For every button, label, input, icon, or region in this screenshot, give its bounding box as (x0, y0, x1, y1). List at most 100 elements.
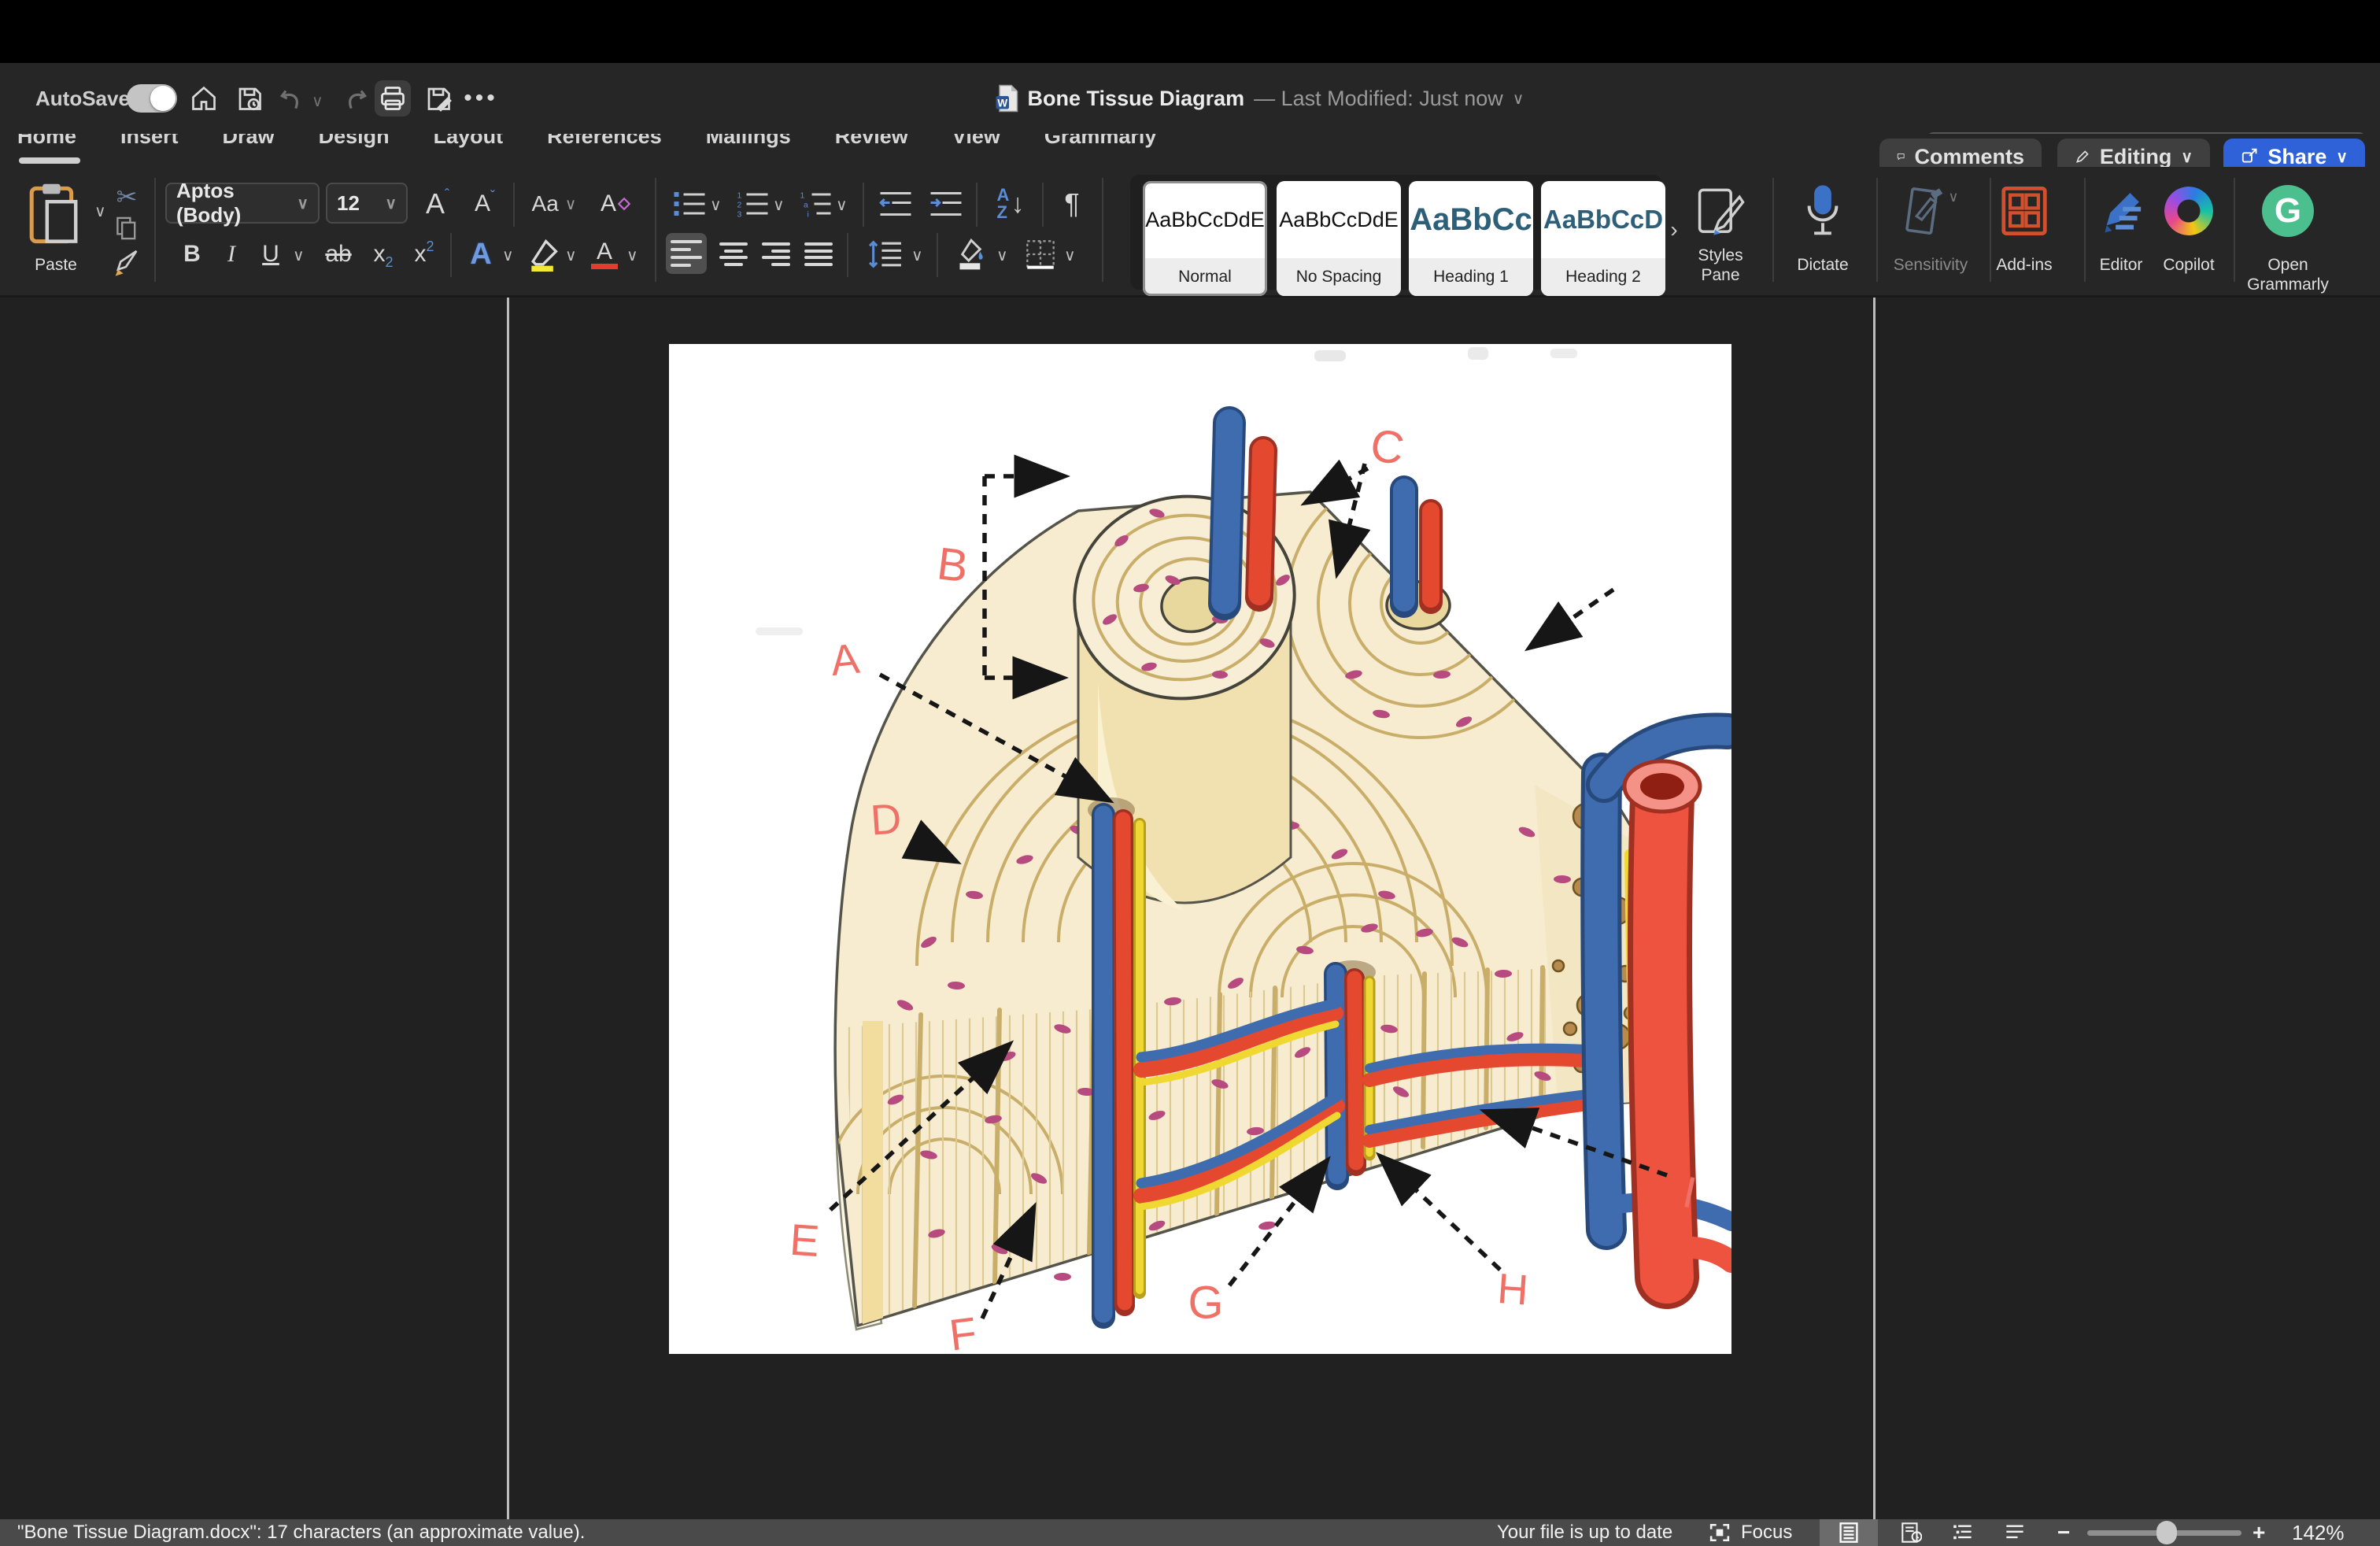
cut-icon[interactable]: ✂ (109, 181, 145, 213)
format-painter-icon[interactable] (105, 246, 146, 280)
style-heading1[interactable]: AaBbCcHeading 1 (1409, 181, 1533, 296)
editing-mode-button[interactable]: Editing∨ (2057, 139, 2210, 167)
tab-home[interactable]: Home (17, 134, 76, 149)
ribbon: ∨ Paste ✂ Aptos (Body)∨ 12∨ Aˆ Aˇ Aa∨ A … (0, 167, 2380, 298)
clear-formatting-icon[interactable]: A (592, 184, 639, 224)
embedded-osteon (1387, 490, 1450, 629)
style-no-spacing[interactable]: AaBbCcDdENo Spacing (1277, 181, 1401, 296)
outline-view-button[interactable] (1938, 1519, 1988, 1546)
comments-button[interactable]: Comments (1879, 139, 2042, 167)
grammarly-button[interactable]: G (2252, 178, 2323, 244)
font-size-select[interactable]: 12∨ (326, 183, 408, 224)
font-color-button[interactable]: A (584, 235, 625, 274)
share-button[interactable]: Share∨ (2223, 139, 2365, 167)
line-spacing-chevron-icon[interactable]: ∨ (911, 246, 923, 265)
dictate-label: Dictate (1777, 255, 1868, 275)
statusbar: "Bone Tissue Diagram.docx": 17 character… (0, 1519, 2380, 1546)
copy-icon[interactable] (109, 213, 145, 244)
tab-mailings[interactable]: Mailings (706, 134, 791, 149)
more-commands-icon[interactable]: ••• (463, 80, 499, 117)
tab-review[interactable]: Review (835, 134, 908, 149)
editor-button[interactable] (2087, 179, 2155, 242)
align-right-button[interactable] (760, 241, 792, 268)
paste-button[interactable] (22, 179, 90, 250)
highlight-chevron-icon[interactable]: ∨ (565, 246, 577, 265)
undo-icon[interactable] (274, 80, 310, 117)
bullets-button[interactable] (667, 184, 711, 224)
underline-button[interactable]: U (253, 235, 288, 274)
style-normal[interactable]: AaBbCcDdENormal (1143, 181, 1267, 296)
document-canvas[interactable]: ABCDEFGHI (0, 298, 2380, 1519)
grammarly-label: Open Grammarly (2229, 255, 2347, 294)
italic-button[interactable]: I (214, 235, 249, 274)
multilevel-list-button[interactable]: 1ai (793, 184, 837, 224)
copilot-button[interactable] (2155, 179, 2223, 242)
shading-chevron-icon[interactable]: ∨ (996, 246, 1008, 265)
align-center-button[interactable] (718, 241, 749, 268)
zoom-in-button[interactable]: + (2252, 1519, 2265, 1546)
justify-button[interactable] (803, 241, 834, 268)
sort-button[interactable]: AZ↓ (985, 183, 1036, 225)
highlight-button[interactable] (521, 235, 565, 274)
tab-draw[interactable]: Draw (223, 134, 275, 149)
align-left-button[interactable] (666, 233, 707, 274)
style-heading2[interactable]: AaBbCcDHeading 2 (1541, 181, 1665, 296)
underline-chevron-icon[interactable]: ∨ (293, 246, 305, 265)
text-effects-button[interactable]: A (460, 235, 502, 274)
draft-view-button[interactable] (1990, 1519, 2040, 1546)
font-name-select[interactable]: Aptos (Body)∨ (165, 183, 320, 224)
tab-grammarly[interactable]: Grammarly (1044, 134, 1157, 149)
home-icon[interactable] (186, 80, 222, 117)
shrink-font-icon[interactable]: Aˇ (463, 184, 507, 224)
line-spacing-button[interactable] (859, 235, 911, 274)
font-color-chevron-icon[interactable]: ∨ (626, 246, 638, 265)
text-effects-chevron-icon[interactable]: ∨ (502, 246, 514, 265)
subscript-button[interactable]: x2 (364, 235, 403, 274)
autosave-toggle[interactable] (127, 84, 177, 113)
zoom-slider-knob[interactable] (2156, 1521, 2177, 1544)
bold-button[interactable]: B (175, 235, 209, 274)
zoom-out-button[interactable]: − (2057, 1519, 2070, 1546)
increase-indent-icon[interactable] (922, 184, 970, 224)
title-chevron-icon: ∨ (1513, 89, 1524, 109)
multilevel-chevron-icon[interactable]: ∨ (836, 195, 848, 215)
tab-insert[interactable]: Insert (120, 134, 179, 149)
decrease-indent-icon[interactable] (872, 184, 919, 224)
tab-view[interactable]: View (952, 134, 1000, 149)
borders-button[interactable] (1017, 235, 1064, 274)
tab-references[interactable]: References (547, 134, 662, 149)
borders-chevron-icon[interactable]: ∨ (1064, 246, 1076, 265)
numbering-button[interactable]: 123 (730, 184, 774, 224)
numbering-chevron-icon[interactable]: ∨ (773, 195, 785, 215)
bullets-chevron-icon[interactable]: ∨ (710, 195, 722, 215)
show-marks-button[interactable]: ¶ (1050, 183, 1094, 225)
undo-chevron-icon[interactable]: ∨ (312, 91, 323, 111)
print-icon[interactable] (375, 80, 411, 117)
web-layout-view-button[interactable] (1883, 1519, 1941, 1546)
focus-icon[interactable] (1709, 1523, 1730, 1542)
zoom-percentage[interactable]: 142% (2292, 1519, 2345, 1546)
grow-font-icon[interactable]: Aˆ (416, 184, 460, 224)
tab-layout[interactable]: Layout (434, 134, 504, 149)
figure-label-F: F (947, 1307, 980, 1354)
focus-label[interactable]: Focus (1741, 1519, 1792, 1546)
print-layout-view-button[interactable] (1820, 1519, 1878, 1546)
superscript-button[interactable]: x2 (405, 235, 444, 274)
save-as-icon[interactable] (420, 80, 456, 117)
bone-tissue-diagram-image[interactable]: ABCDEFGHI (669, 344, 1731, 1354)
styles-more-chevron-icon[interactable]: › (1662, 214, 1686, 246)
share-icon (2241, 146, 2258, 167)
active-tab-underline (19, 157, 80, 164)
sensitivity-button[interactable]: ∨ (1894, 179, 1964, 242)
paste-chevron-icon[interactable]: ∨ (94, 202, 106, 221)
shading-button[interactable] (948, 235, 995, 274)
document-title[interactable]: W Bone Tissue Diagram — Last Modified: J… (905, 63, 1613, 134)
tab-design[interactable]: Design (319, 134, 390, 149)
strikethrough-button[interactable]: ab (316, 235, 360, 274)
save-icon[interactable] (231, 80, 268, 117)
dictate-button[interactable] (1785, 178, 1861, 244)
addins-button[interactable] (1986, 179, 2062, 242)
change-case-button[interactable]: Aa∨ (523, 184, 586, 224)
styles-pane-button[interactable] (1689, 181, 1752, 244)
redo-icon[interactable] (337, 80, 373, 117)
